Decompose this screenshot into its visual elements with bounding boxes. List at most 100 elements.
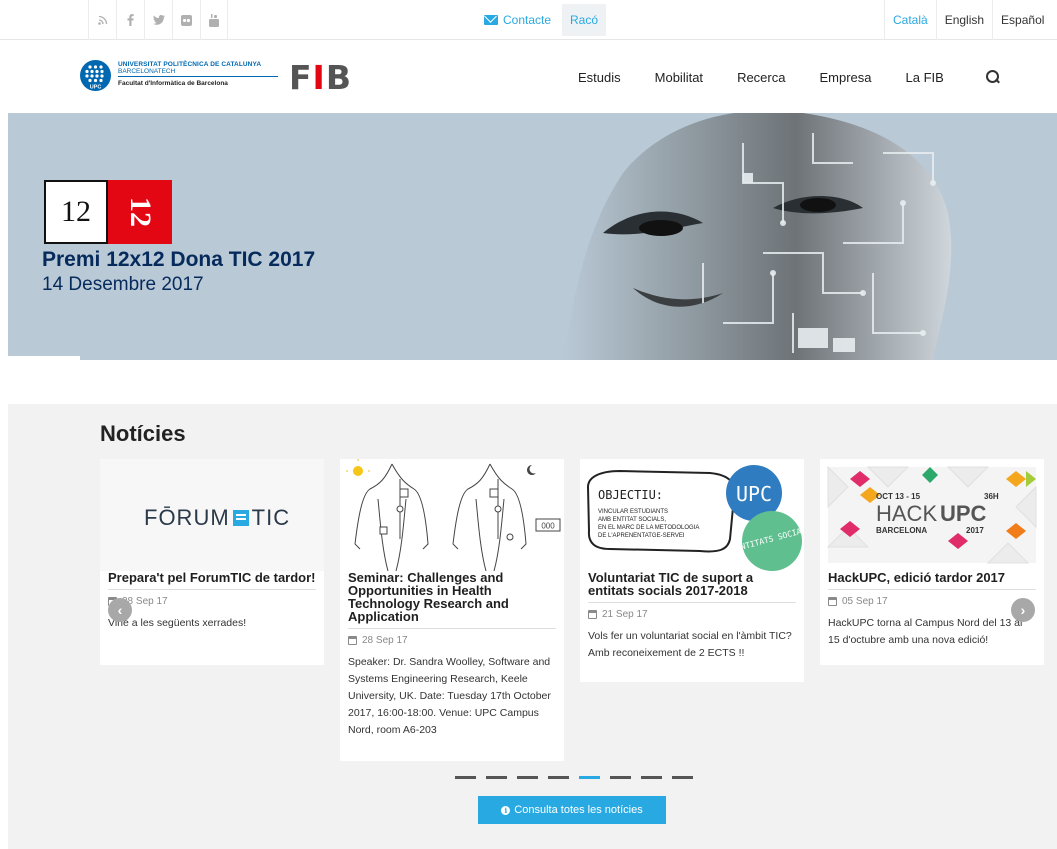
- calendar-icon: [828, 597, 837, 606]
- news-card-title[interactable]: Voluntariat TIC de suport a entitats soc…: [580, 571, 804, 597]
- news-card-date-text: 21 Sep 17: [602, 609, 648, 620]
- hero-title[interactable]: Premi 12x12 Dona TIC 2017: [42, 248, 315, 272]
- upc-logo[interactable]: UPC UNIVERSITAT POLITÈCNICA DE CATALUNYA…: [80, 58, 280, 98]
- forumtic-logo-text2: TIC: [251, 505, 291, 530]
- all-news-button[interactable]: i Consulta totes les notícies: [478, 796, 666, 824]
- news-card-title[interactable]: Seminar: Challenges and Opportunities in…: [340, 571, 564, 623]
- carousel-pager-dot[interactable]: [548, 776, 569, 779]
- hero-date: 14 Desembre 2017: [42, 274, 204, 295]
- fib-logo[interactable]: F I B: [289, 58, 352, 97]
- voluntariat-upc: UPC: [736, 482, 772, 506]
- calendar-icon: [348, 636, 357, 645]
- fib-logo-f: F: [289, 57, 313, 97]
- top-bar: Contacte Racó Català English Español: [0, 0, 1057, 40]
- news-card-date: 05 Sep 17: [820, 590, 1044, 607]
- hackupc-upc: UPC: [940, 501, 987, 526]
- nav-estudis[interactable]: Estudis: [578, 70, 621, 85]
- badge-left: 12: [44, 180, 108, 244]
- contact-label: Contacte: [503, 13, 552, 27]
- search-icon[interactable]: [985, 70, 1000, 84]
- contact-link[interactable]: Contacte: [484, 9, 551, 31]
- hackupc-hours: 36H: [984, 492, 999, 501]
- carousel-pager-dot[interactable]: [517, 776, 538, 779]
- upc-logo-line1: UNIVERSITAT POLITÈCNICA DE CATALUNYA: [118, 61, 262, 68]
- badge-right: 12: [108, 180, 172, 244]
- voluntariat-line4: DE L'APRENENTATGE-SERVEI: [598, 533, 685, 539]
- envelope-icon: [484, 15, 498, 25]
- hackupc-year: 2017: [966, 526, 984, 535]
- carousel-pager-dot[interactable]: [579, 776, 600, 779]
- news-section: Notícies FŌRUM TIC Prepara't pel ForumTI…: [8, 404, 1057, 849]
- upc-logo-line3: Facultat d'Informàtica de Barcelona: [118, 80, 228, 87]
- youtube-icon[interactable]: [200, 0, 228, 40]
- all-news-label: Consulta totes les notícies: [514, 804, 643, 816]
- news-card-desc: Speaker: Dr. Sandra Woolley, Software an…: [348, 656, 551, 736]
- news-card-date: 28 Sep 17: [100, 590, 324, 607]
- nav-mobilitat[interactable]: Mobilitat: [655, 70, 703, 85]
- facebook-icon[interactable]: [116, 0, 144, 40]
- sensor-display-text: 000: [541, 522, 555, 531]
- news-card-image-health-sensors: 000: [340, 459, 564, 571]
- site-header: UPC UNIVERSITAT POLITÈCNICA DE CATALUNYA…: [0, 41, 1057, 113]
- social-links: [88, 0, 228, 40]
- news-card[interactable]: 000 Seminar: Challenges and Opportunitie…: [340, 459, 564, 761]
- carousel-pager: [455, 776, 703, 779]
- news-card-image-hackupc: OCT 13 - 15 36H HACK UPC BARCELONA 2017: [820, 459, 1044, 571]
- forumtic-logo-mark: [232, 510, 249, 526]
- fib-logo-b: B: [325, 57, 352, 97]
- hero-indicator: [8, 356, 80, 360]
- info-icon: i: [501, 805, 511, 815]
- news-card[interactable]: FŌRUM TIC Prepara't pel ForumTIC de tard…: [100, 459, 324, 665]
- upc-logo-rule: [118, 76, 278, 77]
- news-card-date-text: 05 Sep 17: [842, 596, 888, 607]
- carousel-prev-arrow-icon[interactable]: ‹: [108, 598, 132, 622]
- news-card-image-voluntariat: OBJECTIU: VINCULAR ESTUDIANTS AMB ENTITA…: [580, 459, 804, 571]
- language-switcher: Català English Español: [884, 0, 1052, 40]
- news-card-date: 28 Sep 17: [340, 629, 564, 646]
- voluntariat-line1: VINCULAR ESTUDIANTS: [598, 509, 668, 515]
- forumtic-logo-text: FŌRUM: [144, 505, 230, 530]
- flickr-icon[interactable]: [172, 0, 200, 40]
- upc-logo-line2: BARCELONATECH: [118, 68, 176, 75]
- upc-logo-mark: UPC: [80, 60, 111, 91]
- news-card-date-text: 28 Sep 17: [362, 635, 408, 646]
- carousel-pager-dot[interactable]: [672, 776, 693, 779]
- news-card-desc: Vols fer un voluntariat social en l'àmbi…: [588, 630, 792, 659]
- raco-link[interactable]: Racó: [562, 4, 607, 36]
- fib-logo-i: I: [312, 57, 326, 97]
- carousel-next-arrow-icon[interactable]: ›: [1011, 598, 1035, 622]
- twitter-icon[interactable]: [144, 0, 172, 40]
- badge-right-text: 12: [124, 197, 157, 227]
- carousel-pager-dot[interactable]: [455, 776, 476, 779]
- news-card-title[interactable]: Prepara't pel ForumTIC de tardor!: [100, 571, 324, 584]
- carousel-pager-dot[interactable]: [641, 776, 662, 779]
- news-card-title[interactable]: HackUPC, edició tardor 2017: [820, 571, 1044, 584]
- news-card-desc: Vine a les següents xerrades!: [108, 617, 247, 629]
- news-card-date: 21 Sep 17: [580, 603, 804, 620]
- news-card[interactable]: OCT 13 - 15 36H HACK UPC BARCELONA 2017 …: [820, 459, 1044, 665]
- calendar-icon: [588, 610, 597, 619]
- news-card-image-forumtic: FŌRUM TIC: [100, 459, 324, 571]
- voluntariat-line2: AMB ENTITAT SOCIALS,: [598, 517, 666, 523]
- rss-icon[interactable]: [88, 0, 116, 40]
- voluntariat-line3: EN EL MARC DE LA METODOLOGIA: [598, 525, 699, 531]
- voluntariat-heading: OBJECTIU:: [598, 488, 663, 502]
- lang-english[interactable]: English: [935, 0, 992, 40]
- news-heading: Notícies: [100, 421, 186, 446]
- nav-empresa[interactable]: Empresa: [819, 70, 871, 85]
- news-card[interactable]: OBJECTIU: VINCULAR ESTUDIANTS AMB ENTITA…: [580, 459, 804, 682]
- hero-slider[interactable]: 12 12 Premi 12x12 Dona TIC 2017 14 Desem…: [8, 113, 1057, 360]
- carousel-pager-dot[interactable]: [486, 776, 507, 779]
- carousel-pager-dot[interactable]: [610, 776, 631, 779]
- hackupc-dates: OCT 13 - 15: [876, 492, 921, 501]
- hackupc-city: BARCELONA: [876, 526, 927, 535]
- upc-logo-badge-text: UPC: [90, 85, 102, 91]
- 12x12-badge: 12 12: [44, 180, 172, 244]
- lang-espanol[interactable]: Español: [992, 0, 1052, 40]
- nav-la-fib[interactable]: La FIB: [906, 70, 944, 85]
- hero-robot-face-image: [563, 113, 952, 360]
- news-card-desc: HackUPC torna al Campus Nord del 13 al 1…: [828, 617, 1023, 646]
- lang-catala[interactable]: Català: [884, 0, 936, 40]
- hackupc-hack: HACK: [876, 501, 937, 526]
- nav-recerca[interactable]: Recerca: [737, 70, 785, 85]
